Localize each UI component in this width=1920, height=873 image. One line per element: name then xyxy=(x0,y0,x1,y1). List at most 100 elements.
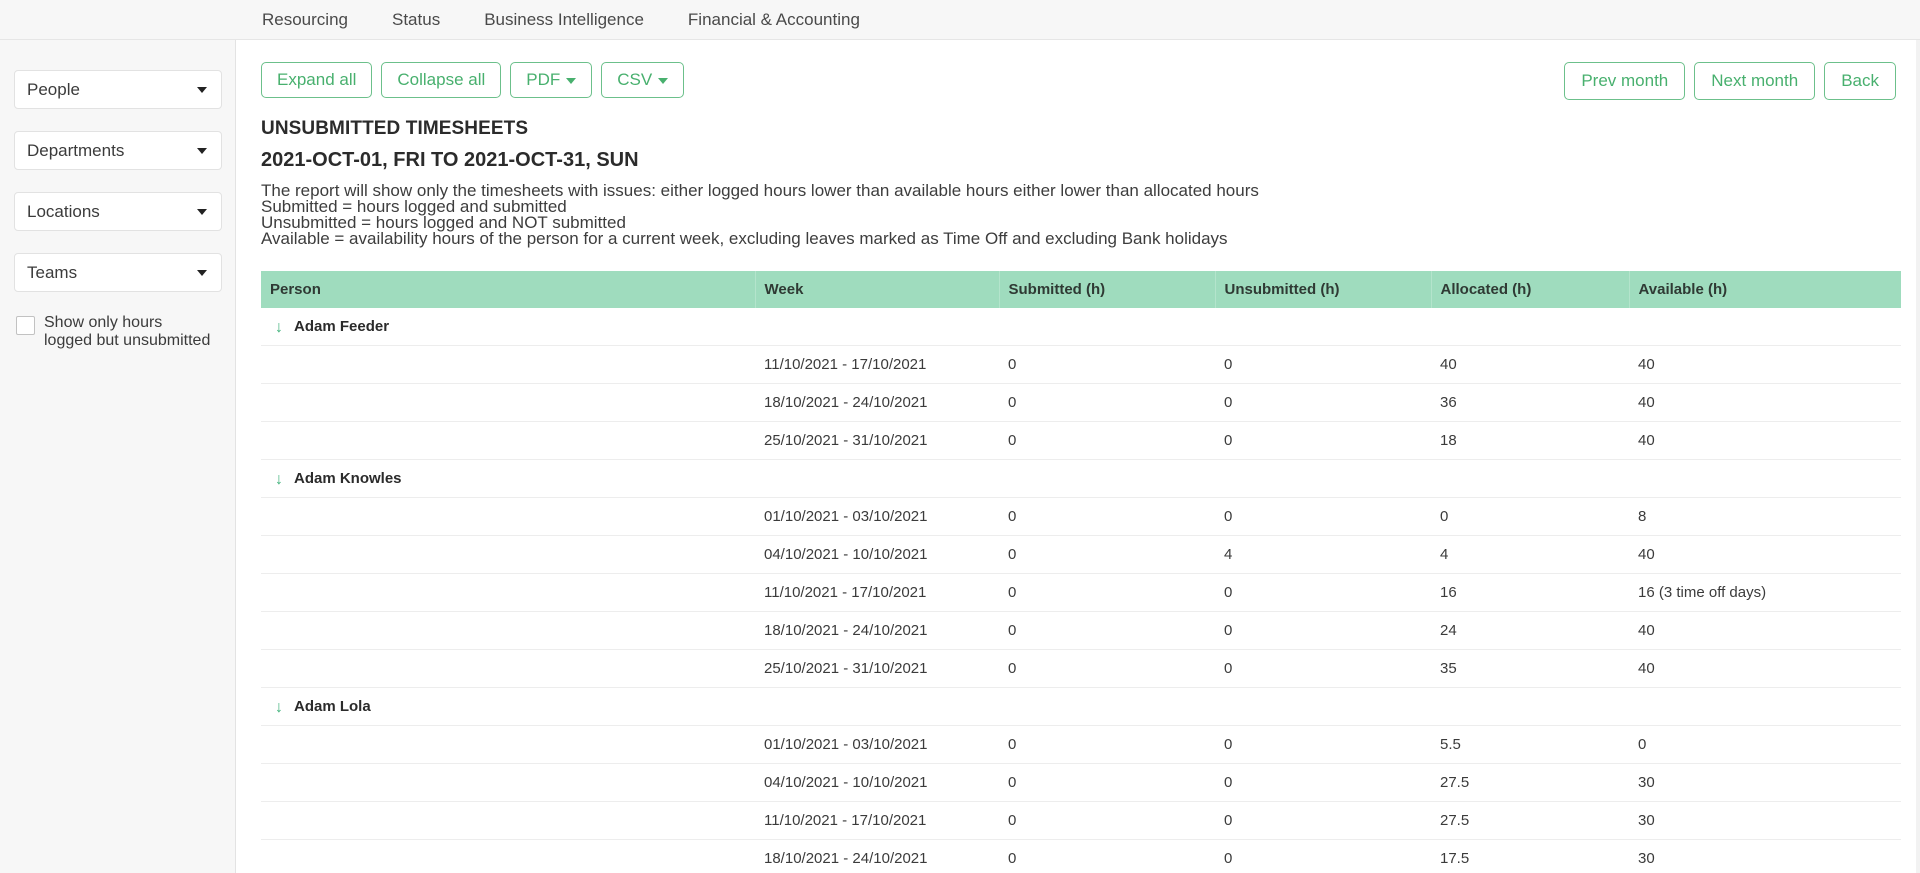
filter-select-people-label: People xyxy=(27,79,80,99)
person-group-row[interactable]: ↓ Adam Feeder xyxy=(261,308,1901,346)
filter-select-departments[interactable]: Departments xyxy=(14,131,222,170)
pdf-export-button[interactable]: PDF xyxy=(510,62,593,98)
allocated-cell: 18 xyxy=(1431,421,1629,460)
group-collapse-arrow-icon[interactable]: ↓ xyxy=(275,320,283,336)
nav-item-financial-accounting[interactable]: Financial & Accounting xyxy=(688,10,860,30)
column-header-available[interactable]: Available (h) xyxy=(1629,271,1901,308)
nav-item-business-intelligence[interactable]: Business Intelligence xyxy=(484,10,644,30)
show-only-unsubmitted-checkbox[interactable] xyxy=(16,316,35,335)
filter-select-teams-label: Teams xyxy=(27,262,78,282)
csv-export-button[interactable]: CSV xyxy=(601,62,685,98)
submitted-cell: 0 xyxy=(999,611,1215,650)
week-cell: 11/10/2021 - 17/10/2021 xyxy=(755,573,999,612)
unsubmitted-cell: 0 xyxy=(1215,345,1431,384)
chevron-down-icon xyxy=(197,86,207,93)
prev-month-button[interactable]: Prev month xyxy=(1564,62,1686,100)
table-row[interactable]: 04/10/2021 - 10/10/2021 0 4 4 40 xyxy=(261,535,1901,574)
allocated-cell: 27.5 xyxy=(1431,763,1629,802)
table-row[interactable]: 25/10/2021 - 31/10/2021 0 0 18 40 xyxy=(261,421,1901,460)
table-row[interactable]: 04/10/2021 - 10/10/2021 0 0 27.5 30 xyxy=(261,763,1901,802)
top-navigation-bar: Resourcing Status Business Intelligence … xyxy=(0,0,1920,40)
available-cell: 40 xyxy=(1629,611,1901,650)
person-cell xyxy=(261,573,755,612)
nav-item-resourcing[interactable]: Resourcing xyxy=(262,10,348,30)
collapse-all-button[interactable]: Collapse all xyxy=(381,62,502,98)
table-row[interactable]: 11/10/2021 - 17/10/2021 0 0 40 40 xyxy=(261,345,1901,384)
chevron-down-icon xyxy=(566,77,577,84)
group-empty-cell xyxy=(1431,459,1629,498)
person-cell xyxy=(261,535,755,574)
main-content-panel: Expand all Collapse all PDF CSV Prev mon… xyxy=(236,40,1920,873)
week-cell: 18/10/2021 - 24/10/2021 xyxy=(755,611,999,650)
column-header-week[interactable]: Week xyxy=(755,271,1000,308)
unsubmitted-cell: 0 xyxy=(1215,611,1431,650)
column-header-allocated[interactable]: Allocated (h) xyxy=(1431,271,1630,308)
table-row[interactable]: 18/10/2021 - 24/10/2021 0 0 24 40 xyxy=(261,611,1901,650)
expand-all-button[interactable]: Expand all xyxy=(261,62,373,98)
description-line-4: Available = availability hours of the pe… xyxy=(261,229,1228,248)
pdf-export-label: PDF xyxy=(526,70,561,90)
column-header-unsubmitted[interactable]: Unsubmitted (h) xyxy=(1215,271,1432,308)
report-table-container: Person Week Submitted (h) Unsubmitted (h… xyxy=(261,271,1901,873)
table-row[interactable]: 01/10/2021 - 03/10/2021 0 0 0 8 xyxy=(261,497,1901,536)
nav-item-status[interactable]: Status xyxy=(392,10,440,30)
table-header: Person Week Submitted (h) Unsubmitted (h… xyxy=(261,271,1901,308)
csv-export-label: CSV xyxy=(617,70,653,90)
person-cell xyxy=(261,839,755,873)
report-date-range: 2021-OCT-01, FRI TO 2021-OCT-31, SUN xyxy=(261,149,639,171)
column-header-person[interactable]: Person xyxy=(261,271,756,308)
table-row[interactable]: 18/10/2021 - 24/10/2021 0 0 17.5 30 xyxy=(261,839,1901,873)
report-description: The report will show only the timesheets… xyxy=(261,182,1896,248)
filter-select-teams[interactable]: Teams xyxy=(14,253,222,292)
group-empty-cell xyxy=(1431,687,1629,726)
group-collapse-arrow-icon[interactable]: ↓ xyxy=(275,700,283,716)
available-cell: 40 xyxy=(1629,345,1901,384)
person-group-row[interactable]: ↓ Adam Lola xyxy=(261,687,1901,726)
person-name-label: Adam Feeder xyxy=(294,318,390,335)
allocated-cell: 5.5 xyxy=(1431,725,1629,764)
group-empty-cell xyxy=(999,687,1215,726)
back-button[interactable]: Back xyxy=(1824,62,1896,100)
column-header-submitted[interactable]: Submitted (h) xyxy=(999,271,1216,308)
filter-select-locations[interactable]: Locations xyxy=(14,192,222,231)
available-cell: 16 (3 time off days) xyxy=(1629,573,1901,612)
week-cell: 01/10/2021 - 03/10/2021 xyxy=(755,497,999,536)
available-cell: 0 xyxy=(1629,725,1901,764)
vertical-scrollbar-track[interactable] xyxy=(1916,40,1920,873)
submitted-cell: 0 xyxy=(999,649,1215,688)
table-row[interactable]: 01/10/2021 - 03/10/2021 0 0 5.5 0 xyxy=(261,725,1901,764)
submitted-cell: 0 xyxy=(999,497,1215,536)
group-empty-cell xyxy=(755,687,999,726)
submitted-cell: 0 xyxy=(999,421,1215,460)
person-cell xyxy=(261,725,755,764)
week-cell: 25/10/2021 - 31/10/2021 xyxy=(755,421,999,460)
group-collapse-arrow-icon[interactable]: ↓ xyxy=(275,472,283,488)
table-row[interactable]: 11/10/2021 - 17/10/2021 0 0 16 16 (3 time of… xyxy=(261,573,1901,612)
available-cell: 40 xyxy=(1629,421,1901,460)
next-month-button[interactable]: Next month xyxy=(1694,62,1816,100)
person-group-row[interactable]: ↓ Adam Knowles xyxy=(261,459,1901,498)
page-title: UNSUBMITTED TIMESHEETS xyxy=(261,118,529,139)
person-name-label: Adam Knowles xyxy=(294,470,402,487)
show-only-unsubmitted-row[interactable]: Show only hours logged but unsubmitted xyxy=(14,314,221,350)
week-cell: 25/10/2021 - 31/10/2021 xyxy=(755,649,999,688)
person-group-cell: ↓ Adam Knowles xyxy=(261,459,755,498)
report-toolbar: Expand all Collapse all PDF CSV Prev mon… xyxy=(261,60,1896,100)
filter-select-people[interactable]: People xyxy=(14,70,222,109)
table-header-row: Person Week Submitted (h) Unsubmitted (h… xyxy=(261,271,1901,308)
table-row[interactable]: 25/10/2021 - 31/10/2021 0 0 35 40 xyxy=(261,649,1901,688)
unsubmitted-cell: 0 xyxy=(1215,383,1431,422)
week-cell: 11/10/2021 - 17/10/2021 xyxy=(755,801,999,840)
unsubmitted-cell: 0 xyxy=(1215,421,1431,460)
person-cell xyxy=(261,345,755,384)
chevron-down-icon xyxy=(197,208,207,215)
table-row[interactable]: 18/10/2021 - 24/10/2021 0 0 36 40 xyxy=(261,383,1901,422)
allocated-cell: 16 xyxy=(1431,573,1629,612)
submitted-cell: 0 xyxy=(999,725,1215,764)
person-cell xyxy=(261,383,755,422)
group-empty-cell xyxy=(999,459,1215,498)
table-row[interactable]: 11/10/2021 - 17/10/2021 0 0 27.5 30 xyxy=(261,801,1901,840)
group-empty-cell xyxy=(1431,308,1629,346)
person-cell xyxy=(261,611,755,650)
chevron-down-icon xyxy=(197,147,207,154)
